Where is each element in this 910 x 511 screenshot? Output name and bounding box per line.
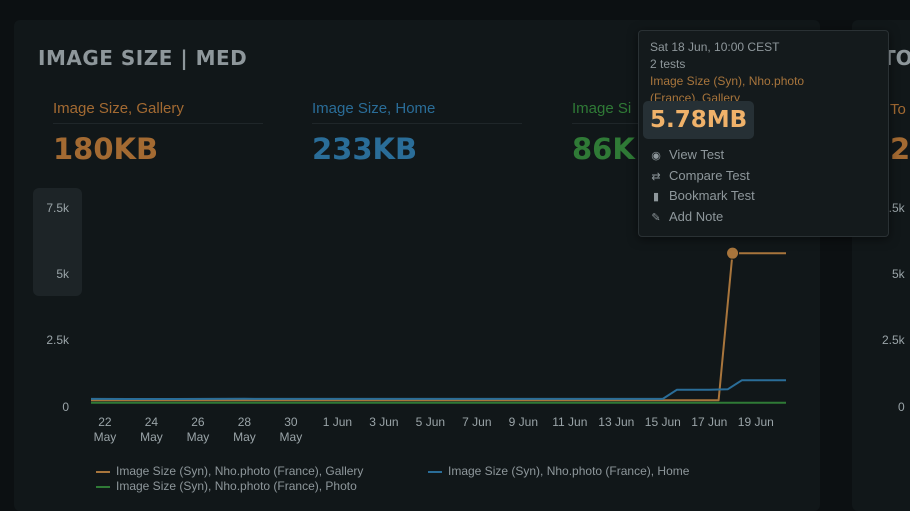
series-line-1[interactable] [90, 379, 786, 400]
x-tick-label: 30 May [279, 415, 303, 444]
bookmark-test-button[interactable]: ▮ Bookmark Test [650, 188, 755, 203]
view-test-button[interactable]: ◉ View Test [650, 147, 724, 162]
x-tick-label: 28 May [233, 415, 256, 444]
stat-value: 2 [890, 132, 910, 166]
x-tick-label: 1 Jun [322, 415, 353, 429]
y-tick-label: 0 [898, 400, 905, 414]
x-tick-label: 19 Jun [737, 415, 774, 429]
legend-label: Image Size (Syn), Nho.photo (France), Ho… [448, 464, 690, 478]
x-tick-label: 5 Jun [415, 415, 446, 429]
legend-label: Image Size (Syn), Nho.photo (France), Ga… [116, 464, 364, 478]
compare-test-button[interactable]: ⇄ Compare Test [650, 168, 750, 183]
legend-label: Image Size (Syn), Nho.photo (France), Ph… [116, 479, 357, 493]
x-tick-label: 15 Jun [644, 415, 681, 429]
compare-test-label: Compare Test [669, 168, 750, 183]
tooltip-test-count: 2 tests [650, 57, 686, 71]
data-tooltip: Sat 18 Jun, 10:00 CEST 2 tests Image Siz… [638, 30, 889, 237]
add-note-label: Add Note [669, 209, 724, 224]
legend-item-home[interactable]: Image Size (Syn), Nho.photo (France), Ho… [428, 464, 689, 478]
x-tick-label: 7 Jun [462, 415, 492, 429]
legend-item-gallery[interactable]: Image Size (Syn), Nho.photo (France), Ga… [96, 464, 363, 478]
x-tick-label: 22 May [93, 415, 117, 444]
compare-icon: ⇄ [651, 171, 661, 183]
tooltip-series-name: Image Size (Syn), Nho.photo [650, 74, 805, 88]
stat-label: To [890, 101, 906, 118]
x-tick-label: 11 Jun [552, 415, 588, 429]
legend-swatch [428, 470, 442, 473]
view-test-label: View Test [669, 147, 725, 162]
y-tick-label: 2.5k [882, 333, 905, 347]
eye-icon: ◉ [651, 150, 661, 162]
bookmark-test-label: Bookmark Test [669, 188, 755, 203]
y-tick-label: 5k [892, 267, 905, 281]
legend-swatch [96, 470, 110, 473]
x-tick-label: 26 May [186, 415, 210, 444]
legend-swatch [96, 485, 110, 488]
highlighted-point[interactable] [726, 246, 740, 260]
x-tick-label: 13 Jun [598, 415, 635, 429]
x-tick-label: 9 Jun [508, 415, 539, 429]
bookmark-icon: ▮ [652, 191, 660, 203]
add-note-button[interactable]: ✎ Add Note [650, 209, 723, 224]
x-tick-label: 24 May [140, 415, 163, 444]
legend-item-photo[interactable]: Image Size (Syn), Nho.photo (France), Ph… [96, 479, 357, 493]
tooltip-value: 5.78MB [643, 101, 755, 139]
x-tick-label: 17 Jun [691, 415, 728, 429]
series-line-0[interactable] [91, 252, 786, 402]
x-tick-label: 3 Jun [369, 415, 399, 429]
tooltip-date: Sat 18 Jun, 10:00 CEST [650, 40, 780, 54]
pencil-icon: ✎ [651, 212, 661, 224]
